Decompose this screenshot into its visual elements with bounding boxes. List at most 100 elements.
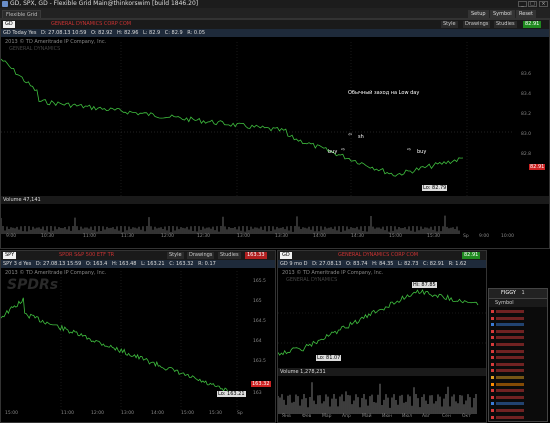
status-dot-icon [491,316,494,320]
watchlist-item[interactable] [491,415,546,422]
x-tick: Июн [382,414,393,419]
quote-field: L: 82.9 [143,30,161,36]
row-bar [496,409,524,412]
x-tick: 11:00 [61,411,74,416]
arrow-buy-left-icon: ⇨ [341,147,346,153]
y-tick: 82.8 [521,152,532,157]
title-bar: GD, SPX, GD - Flexible Grid Main@thinkor… [0,0,550,8]
y-tick: 83.0 [521,132,532,137]
label-buy-left: buy [328,149,338,155]
symbol-box[interactable]: SPY [3,252,17,259]
y-tick: 83.6 [521,72,532,77]
row-bar [496,356,524,360]
top-price-plot[interactable] [1,42,549,202]
last-price-badge: 163.32 [251,381,271,387]
x-tick: 14:00 [151,411,164,416]
symbol-description: GENERAL DYNAMICS CORP COM [51,21,132,27]
x-tick: 13:00 [121,411,134,416]
quote-field: O: 82.92 [91,30,113,36]
studies-button[interactable]: Studies [218,252,241,259]
row-bar [496,329,524,333]
y-tick: 164.5 [253,319,266,324]
x-axis: Янв Фев Мар Апр Май Июн Июл Авг Сен Окт [278,414,486,422]
spy-price-plot[interactable] [1,271,251,411]
setup-button[interactable]: Setup [468,10,489,18]
x-tick: 15:00 [389,234,402,239]
quote-field: C: 82.9 [164,30,183,36]
status-dot-icon [491,376,494,379]
x-tick: 13:00 [237,234,250,239]
status-dot-icon [491,323,494,327]
tab-flexible-grid[interactable]: Flexible Grid [2,10,42,18]
row-bar [496,376,524,379]
gd-daily-volume-plot[interactable] [278,376,486,414]
style-button[interactable]: Style [441,21,458,28]
close-button[interactable]: × [539,1,548,7]
drawings-button[interactable]: Drawings [463,21,491,28]
watchlist-title[interactable]: FIGGY [501,290,516,296]
y-tick: 165.5 [253,279,266,284]
x-tick: 9:00 [6,234,17,239]
quote-field: R: 0.05 [187,30,206,36]
quote-field: C: 163.32 [169,261,194,267]
price-line [1,297,238,397]
price-line [1,58,464,177]
reset-button[interactable]: Reset [516,10,536,18]
volume-header: Volume 1,278,231 [278,368,486,376]
row-bar [496,382,524,386]
x-tick: 15:30 [209,411,222,416]
row-bar [496,369,524,373]
x-tick: 12:00 [161,234,174,239]
symbol-button[interactable]: Symbol [490,10,515,18]
status-dot-icon [491,402,494,406]
x-tick: 9:00 [479,234,490,239]
quote-field: GD 9 mo D [280,261,308,267]
chart-annotation: Обычный заход на Low day [348,90,420,96]
row-bar [496,402,524,406]
status-dot-icon [491,310,494,313]
x-tick: Мар [322,414,332,419]
x-tick: Июл [402,414,413,419]
x-tick: 10:00 [501,234,514,239]
row-bar [496,389,524,393]
gd-daily-chart-panel: GD GENERAL DYNAMICS CORP COM 82.91 GD 9 … [277,250,487,423]
high-label: Hi: 87.85 [412,282,437,288]
status-dot-icon [491,362,494,366]
x-tick: 15:00 [181,411,194,416]
arrow-buy-right-icon: ⇨ [407,147,412,153]
quote-field: L: 163.21 [141,261,165,267]
status-dot-icon [491,389,494,393]
quote-field: SPY 3 d Yes [3,261,32,267]
symbol-box[interactable]: GD [3,21,15,28]
style-button[interactable]: Style [167,252,184,259]
quote-field: O: 83.74 [346,261,368,267]
last-price: 82.91 [462,252,481,259]
x-axis: 15:00 11:00 12:00 13:00 14:00 15:00 15:3… [1,411,275,419]
row-bar [496,415,524,419]
drawings-button[interactable]: Drawings [187,252,215,259]
top-volume-plot[interactable] [1,204,549,234]
symbol-column-label: Symbol [495,300,514,306]
symbol-box[interactable]: GD [280,252,292,259]
status-dot-icon [491,343,494,346]
quote-field: L: 82.73 [398,261,419,267]
studies-button[interactable]: Studies [494,21,517,28]
minimize-button[interactable]: _ [518,1,527,7]
maximize-button[interactable]: □ [528,1,537,7]
x-tick: 11:30 [121,234,134,239]
x-tick: Сен [442,414,451,419]
watchlist-column-header[interactable]: Symbol [489,299,547,307]
arrow-sh-icon: ⇦ [348,132,353,138]
y-tick: 163 [253,391,262,396]
row-bar [496,336,524,340]
volume-label: Volume 47,141 [3,197,41,203]
label-buy-right: buy [417,149,427,155]
x-tick: 14:00 [313,234,326,239]
row-bar [496,323,524,327]
x-tick: 12:30 [197,234,210,239]
x-tick: Sp [237,411,243,416]
price-line [278,289,479,356]
quote-field: R: 0.17 [198,261,216,267]
gd-daily-price-plot[interactable] [278,273,486,368]
y-tick: 83.4 [521,92,532,97]
